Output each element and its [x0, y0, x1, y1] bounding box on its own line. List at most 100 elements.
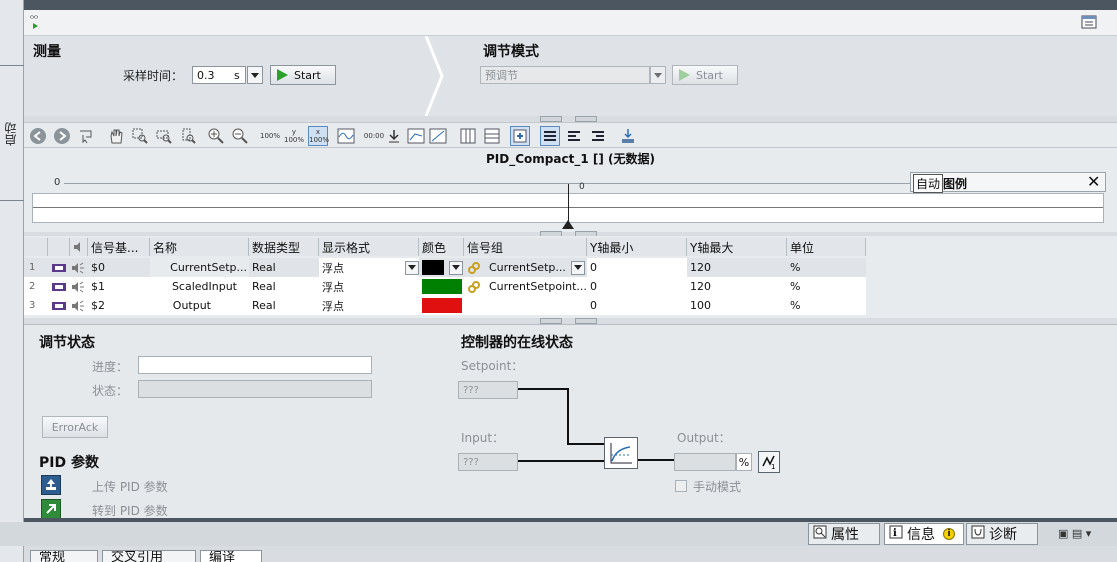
x-100-icon[interactable]: x 100% — [308, 126, 329, 146]
axis-tick-label: 0 — [54, 177, 61, 188]
list-view-icon[interactable] — [540, 126, 560, 146]
upload-icon[interactable] — [41, 475, 61, 495]
measurement-start-button[interactable]: Start — [270, 65, 336, 85]
trend-line-icon[interactable] — [406, 126, 426, 146]
download-icon[interactable] — [384, 126, 404, 146]
window-controls-icon[interactable]: ▣ ▤ ▾ — [1058, 527, 1091, 540]
goto-pid-params-link[interactable]: 转到 PID 参数 — [92, 502, 168, 519]
top-divider — [24, 0, 1117, 10]
zoom-region-icon[interactable] — [130, 126, 150, 146]
tab-diagnostics[interactable]: 诊断 — [966, 523, 1038, 545]
sample-time-unit-dropdown[interactable] — [247, 66, 263, 84]
tab-properties[interactable]: 属性 — [808, 523, 880, 545]
pointer-icon[interactable] — [76, 126, 96, 146]
svg-text:i: i — [893, 528, 897, 539]
signal-table: 信号基... 名称 数据类型 显示格式 颜色 信号组 Y轴最小 Y轴最大 单位 … — [24, 236, 1117, 318]
col-header-name[interactable]: 名称 — [150, 238, 249, 256]
properties-icon — [813, 525, 827, 543]
left-vertical-strip: 启动 — [0, 0, 24, 562]
window-layout-icon[interactable] — [1081, 14, 1097, 33]
signal-tag-icon — [48, 277, 67, 296]
info-badge-icon: i — [943, 528, 955, 540]
col-header-y-min[interactable]: Y轴最小 — [587, 238, 687, 256]
horizontal-split-icon[interactable] — [482, 126, 502, 146]
chart-title: PID_Compact_1 [] (无数据) — [486, 152, 655, 166]
col-header-signal-group[interactable]: 信号组 — [464, 238, 587, 256]
pid-block-icon: ᴼᴼ — [30, 13, 46, 34]
online-status-title: 控制器的在线状态 — [461, 335, 573, 351]
tab-general[interactable]: 常规 — [30, 550, 98, 562]
pid-controller-block — [604, 437, 638, 469]
speaker-header-icon — [70, 238, 88, 256]
error-ack-button[interactable]: ErrorAck — [42, 416, 108, 438]
table-row[interactable]: 3 $2 Output Real 浮点 0 100 % — [24, 296, 866, 315]
tab-cross-reference[interactable]: 交叉引用 — [102, 550, 196, 562]
close-icon[interactable]: ✕ — [1087, 174, 1100, 190]
play-icon — [679, 69, 690, 81]
col-header-display-format[interactable]: 显示格式 — [319, 238, 419, 256]
signal-select-icon[interactable] — [510, 126, 530, 146]
input-label: Input： — [461, 431, 505, 445]
svg-text:1: 1 — [771, 463, 775, 470]
back-icon[interactable] — [28, 126, 48, 146]
output-unit: % — [736, 453, 752, 471]
curve-icon[interactable] — [336, 126, 356, 146]
measurement-title: 测量 — [33, 44, 61, 60]
commissioning-tab[interactable]: 启动 — [2, 70, 22, 200]
col-header-color[interactable]: 颜色 — [419, 238, 464, 256]
time-axis-icon[interactable]: 00:00 — [364, 126, 384, 146]
speaker-icon[interactable] — [68, 296, 85, 315]
color-dropdown[interactable] — [449, 260, 463, 275]
svg-text:ᴼᴼ: ᴼᴼ — [30, 14, 38, 23]
zoom-out-icon[interactable] — [230, 126, 250, 146]
table-row[interactable]: 1 $0 CurrentSetp... Real 浮点 CurrentSetp.… — [24, 258, 866, 277]
zoom-y-icon[interactable] — [178, 126, 198, 146]
manual-output-icon[interactable]: 1 — [758, 451, 780, 473]
group-dropdown[interactable] — [571, 260, 585, 275]
pan-hand-icon[interactable] — [106, 126, 126, 146]
sample-time-label: 采样时间： — [123, 69, 184, 83]
align-right-icon[interactable] — [588, 126, 608, 146]
align-left-icon[interactable] — [564, 126, 584, 146]
export-icon[interactable] — [618, 126, 638, 146]
zoom-x-icon[interactable] — [154, 126, 174, 146]
link-icon — [464, 277, 481, 296]
goto-arrow-icon[interactable] — [41, 499, 61, 519]
zoom-in-icon[interactable] — [206, 126, 226, 146]
col-header-unit[interactable]: 单位 — [787, 238, 866, 256]
upload-pid-params-link[interactable]: 上传 PID 参数 — [92, 478, 168, 495]
speaker-icon[interactable] — [68, 258, 85, 277]
y-100-icon[interactable]: y 100% — [284, 126, 304, 146]
vertical-split-icon[interactable] — [458, 126, 478, 146]
color-swatch[interactable] — [422, 260, 444, 275]
tuning-status-title: 调节状态 — [39, 335, 95, 351]
tuning-mode-dropdown[interactable] — [650, 66, 666, 84]
tab-compile[interactable]: 编译 — [200, 550, 262, 562]
col-header-y-max[interactable]: Y轴最大 — [687, 238, 787, 256]
speaker-icon[interactable] — [68, 277, 85, 296]
color-swatch[interactable] — [422, 298, 462, 313]
diagonal-icon[interactable] — [428, 126, 448, 146]
col-header-signal-base[interactable]: 信号基... — [88, 238, 150, 256]
manual-mode-checkbox[interactable] — [675, 480, 687, 492]
table-row[interactable]: 2 $1 ScaledInput Real 浮点 CurrentSetpoint… — [24, 277, 866, 296]
zoom-100-icon[interactable]: 100% — [260, 126, 280, 146]
inspector-tab-bar: 属性 i 信息 i 诊断 ▣ ▤ ▾ — [0, 522, 1117, 546]
bottom-tab-strip: 常规 交叉引用 编译 — [24, 546, 1117, 562]
tuning-mode-select[interactable]: 预调节 — [480, 66, 650, 84]
tuning-start-button[interactable]: Start — [672, 65, 738, 85]
progress-label: 进度： — [92, 360, 129, 374]
output-value — [674, 453, 736, 471]
legend-box[interactable]: 自动 图例 ✕ — [910, 172, 1106, 193]
status-label: 状态： — [92, 384, 129, 398]
color-swatch[interactable] — [422, 279, 462, 294]
signal-tag-icon — [48, 258, 67, 277]
tab-info[interactable]: i 信息 i — [884, 523, 964, 545]
diagnostics-icon — [971, 525, 985, 543]
format-dropdown[interactable] — [405, 260, 419, 275]
cursor-handle-icon[interactable] — [562, 220, 574, 229]
forward-icon[interactable] — [52, 126, 72, 146]
legend-mode: 自动 — [913, 174, 944, 193]
col-header-data-type[interactable]: 数据类型 — [249, 238, 319, 256]
manual-mode-label: 手动模式 — [693, 480, 742, 494]
